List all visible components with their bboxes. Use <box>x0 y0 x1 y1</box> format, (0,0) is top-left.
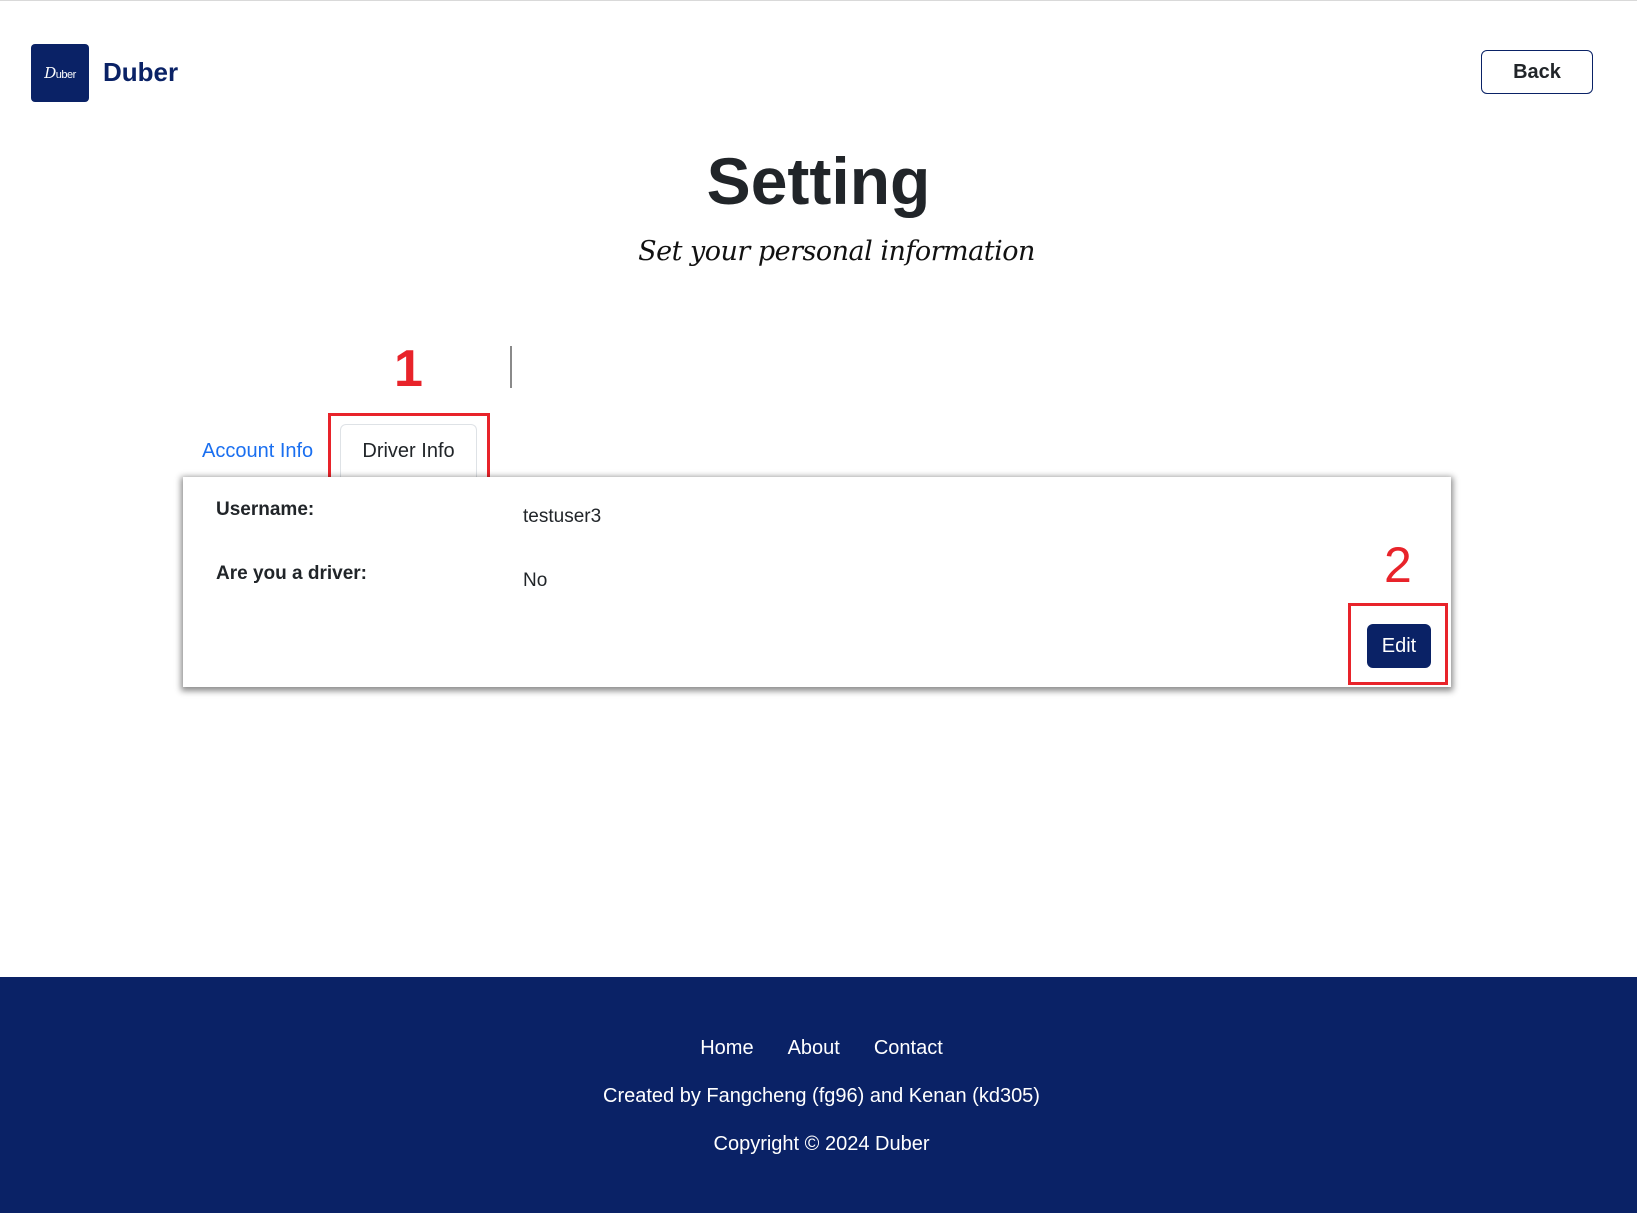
footer-link-home[interactable]: Home <box>700 1034 753 1062</box>
is-driver-value: No <box>523 570 548 591</box>
logo[interactable]: Duber <box>31 44 89 102</box>
username-value: testuser3 <box>523 506 602 527</box>
footer-credits: Created by Fangcheng (fg96) and Kenan (k… <box>603 1085 1040 1107</box>
page-title: Setting <box>706 144 931 218</box>
top-border <box>0 0 1637 1</box>
brand-name[interactable]: Duber <box>103 54 178 90</box>
footer-link-contact[interactable]: Contact <box>874 1034 943 1062</box>
back-button[interactable]: Back <box>1481 50 1593 94</box>
username-label: Username: <box>216 499 315 520</box>
driver-info-card: Username: testuser3 Are you a driver: No… <box>183 477 1451 687</box>
site-footer: Home About Contact Created by Fangcheng … <box>0 977 1637 1213</box>
tab-account-info[interactable]: Account Info <box>202 437 313 465</box>
page-subtitle: Set your personal information <box>638 236 1035 267</box>
text-cursor <box>510 346 512 388</box>
footer-nav: Home About Contact <box>0 1034 1637 1062</box>
footer-link-about[interactable]: About <box>788 1034 840 1062</box>
logo-mark: Duber <box>44 64 76 82</box>
footer-copyright: Copyright © 2024 Duber <box>713 1133 930 1155</box>
annotation-highlight-edit <box>1348 603 1448 685</box>
is-driver-label: Are you a driver: <box>216 563 367 584</box>
annotation-number-1: 1 <box>394 340 423 398</box>
annotation-number-2: 2 <box>1384 537 1412 593</box>
